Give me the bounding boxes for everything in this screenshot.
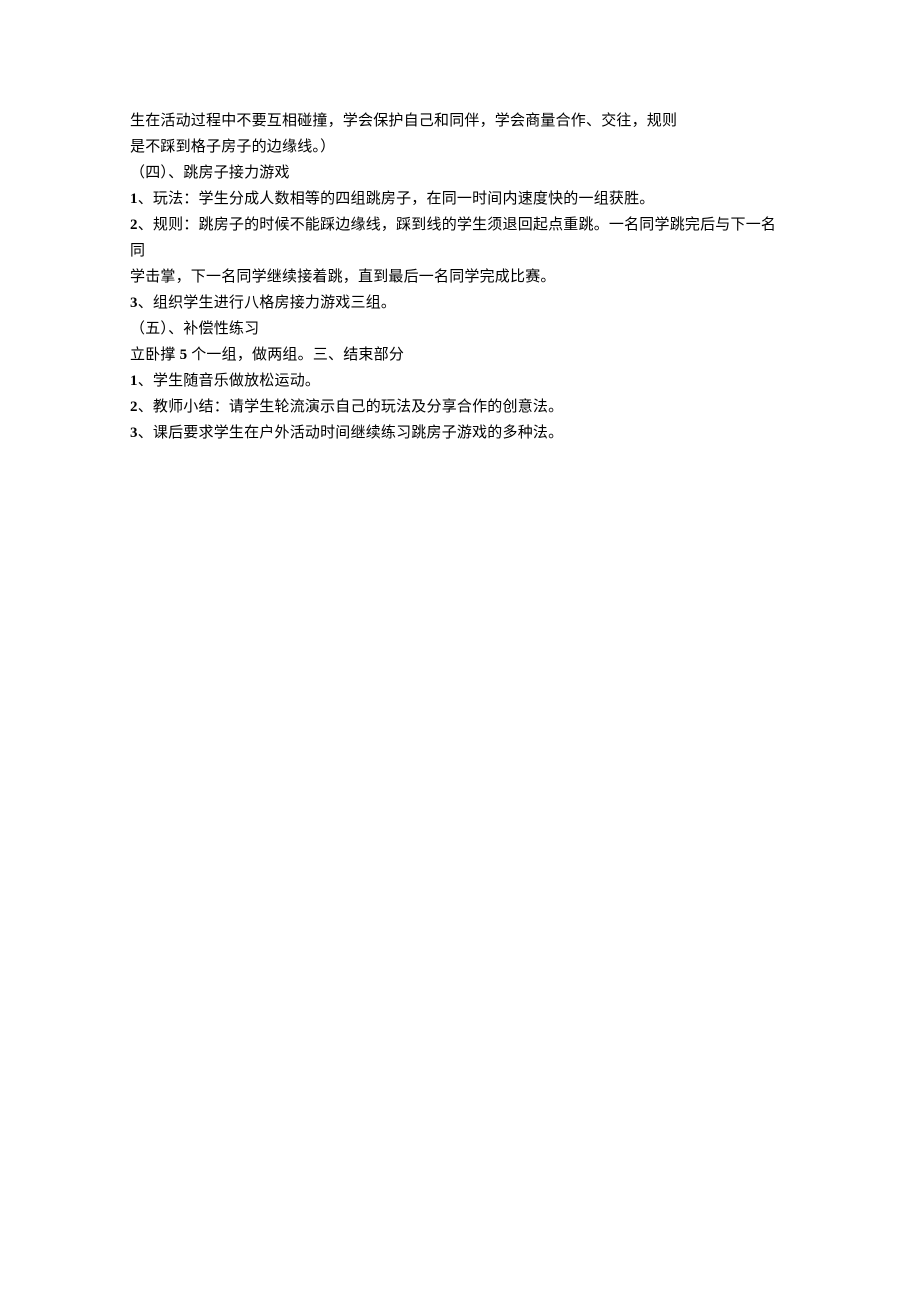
list-marker: 3 (130, 295, 138, 311)
text-segment: 生在活动过程中不要互相碰撞，学会保护自己和同伴，学会商量合作、交往，规则 (130, 113, 677, 129)
text-line: 学击掌，下一名同学继续接着跳，直到最后一名同学完成比赛。 (130, 264, 790, 290)
list-marker: 2 (130, 217, 138, 233)
text-line: 3、组织学生进行八格房接力游戏三组。 (130, 290, 790, 316)
list-marker: 1 (130, 373, 138, 389)
text-line: （五）、补偿性练习 (130, 316, 790, 342)
text-line: 1、学生随音乐做放松运动。 (130, 368, 790, 394)
text-segment: 、学生随音乐做放松运动。 (138, 373, 320, 389)
text-segment: 、组织学生进行八格房接力游戏三组。 (138, 295, 396, 311)
text-line: 3、课后要求学生在户外活动时间继续练习跳房子游戏的多种法。 (130, 420, 790, 446)
text-line: 立卧撑 5 个一组，做两组。三、结束部分 (130, 342, 790, 368)
document-page: 生在活动过程中不要互相碰撞，学会保护自己和同伴，学会商量合作、交往，规则是不踩到… (0, 0, 920, 1301)
text-line: 2、教师小结：请学生轮流演示自己的玩法及分享合作的创意法。 (130, 394, 790, 420)
text-segment: 立卧撑 (130, 347, 180, 363)
list-marker: 2 (130, 399, 138, 415)
text-line: 生在活动过程中不要互相碰撞，学会保护自己和同伴，学会商量合作、交往，规则 (130, 108, 790, 134)
text-segment: 、规则：跳房子的时候不能踩边缘线，踩到线的学生须退回起点重跳。一名同学跳完后与下… (130, 217, 776, 259)
text-segment: 学击掌，下一名同学继续接着跳，直到最后一名同学完成比赛。 (130, 269, 556, 285)
list-marker: 1 (130, 191, 138, 207)
text-line: （四）、跳房子接力游戏 (130, 160, 790, 186)
text-segment: （五）、补偿性练习 (130, 321, 259, 337)
list-marker: 3 (130, 425, 138, 441)
text-segment: 、玩法：学生分成人数相等的四组跳房子，在同一时间内速度快的一组获胜。 (138, 191, 655, 207)
text-line: 2、规则：跳房子的时候不能踩边缘线，踩到线的学生须退回起点重跳。一名同学跳完后与… (130, 212, 790, 264)
text-line: 是不踩到格子房子的边缘线。） (130, 134, 790, 160)
text-segment: 个一组，做两组。三、结束部分 (187, 347, 404, 363)
text-segment: （四）、跳房子接力游戏 (130, 165, 290, 181)
text-segment: 、教师小结：请学生轮流演示自己的玩法及分享合作的创意法。 (138, 399, 564, 415)
text-segment: 、课后要求学生在户外活动时间继续练习跳房子游戏的多种法。 (138, 425, 564, 441)
text-segment: 是不踩到格子房子的边缘线。） (130, 139, 335, 155)
text-line: 1、玩法：学生分成人数相等的四组跳房子，在同一时间内速度快的一组获胜。 (130, 186, 790, 212)
